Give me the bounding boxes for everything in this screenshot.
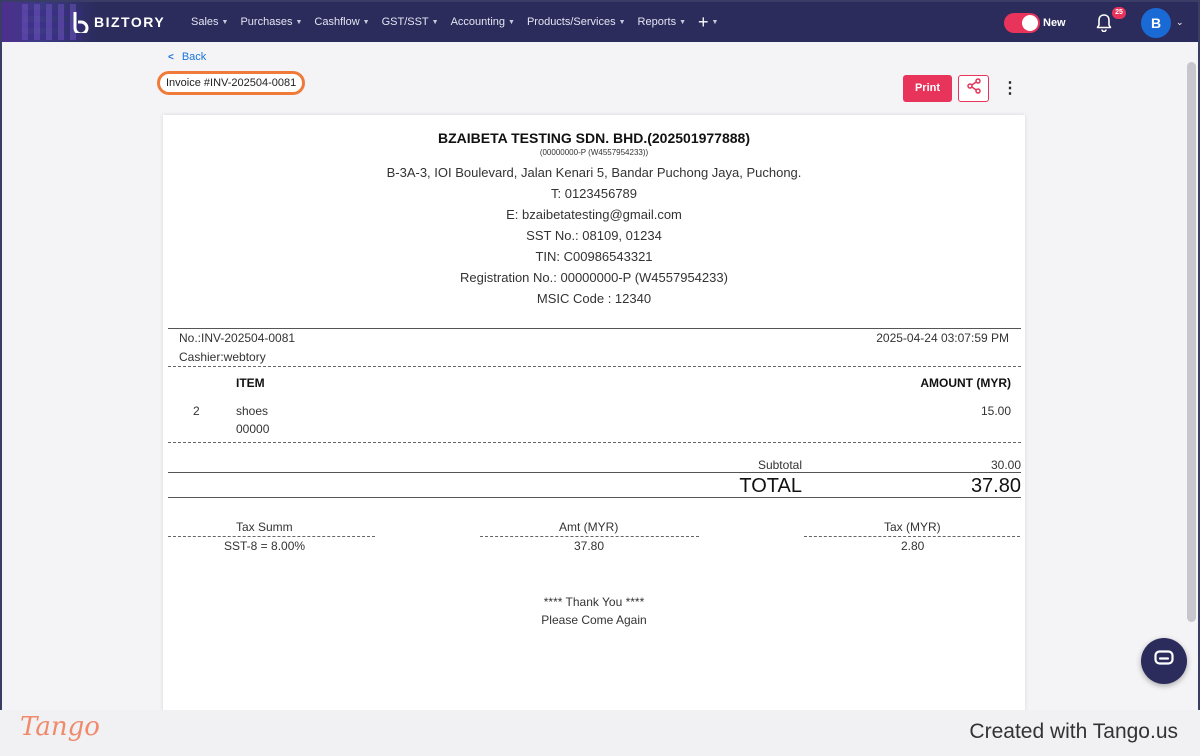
cashier: Cashier:webtory: [179, 350, 266, 364]
main-menu: Sales ▼ Purchases ▼ Cashflow ▼ GST/SST ▼ Acc…: [191, 2, 730, 42]
caret-down-icon: ▼: [362, 18, 370, 26]
page-scrollbar[interactable]: [1187, 62, 1196, 622]
menu-label: Cashflow: [314, 16, 360, 28]
biztory-logo-icon: [72, 11, 90, 33]
menu-label: Sales: [191, 16, 219, 28]
app-viewport: BIZTORY Sales ▼ Purchases ▼ Cashflow ▼ GST/…: [2, 2, 1198, 710]
caret-down-icon: ▼: [221, 18, 229, 26]
menu-reports[interactable]: Reports ▼: [638, 16, 686, 28]
back-label: Back: [181, 51, 207, 63]
brand-name: BIZTORY: [94, 14, 166, 30]
item-qty: 2: [193, 404, 200, 418]
item-amount: 15.00: [980, 404, 1011, 418]
back-link[interactable]: < Back: [168, 51, 206, 63]
company-address: B-3A-3, IOI Boulevard, Jalan Kenari 5, B…: [386, 165, 802, 180]
menu-purchases[interactable]: Purchases ▼: [240, 16, 302, 28]
plus-icon: +: [698, 12, 709, 32]
notification-badge: 25: [1112, 7, 1126, 19]
subtotal-label: Subtotal: [757, 458, 802, 472]
subtotal-value: 30.00: [990, 458, 1021, 472]
share-button[interactable]: [958, 75, 989, 102]
menu-accounting[interactable]: Accounting ▼: [451, 16, 515, 28]
caret-down-icon: ▼: [508, 18, 515, 26]
top-nav: BIZTORY Sales ▼ Purchases ▼ Cashflow ▼ GST/…: [2, 2, 1198, 42]
created-with-text: Created with Tango.us: [969, 720, 1178, 743]
receipt-preview: BZAIBETA TESTING SDN. BHD.(202501977888)…: [163, 115, 1025, 710]
item-code: 00000: [236, 422, 270, 436]
item-name: shoes: [236, 404, 269, 418]
tax-row-tax: 2.80: [901, 539, 925, 553]
divider: [168, 442, 1021, 443]
divider: [804, 536, 1020, 537]
menu-label: Products/Services: [526, 16, 616, 28]
company-phone: T: 0123456789: [550, 186, 638, 201]
company-name: BZAIBETA TESTING SDN. BHD.(202501977888): [438, 130, 750, 146]
document-number: No.:INV-202504-0081: [179, 331, 296, 345]
caret-down-icon: ▼: [618, 18, 626, 26]
divider: [168, 472, 1021, 473]
company-sst-no: SST No.: 08109, 01234: [526, 228, 662, 243]
menu-label: Reports: [637, 16, 677, 28]
company-msic-code: MSIC Code : 12340: [536, 291, 652, 306]
tax-amount-header: Amt (MYR): [559, 520, 619, 534]
share-icon: [966, 78, 982, 99]
toggle-knob: [1022, 15, 1038, 31]
total-label: TOTAL: [739, 475, 802, 497]
new-ui-label: New: [1043, 17, 1066, 29]
item-column-header: ITEM: [236, 376, 265, 390]
chat-launcher[interactable]: [1141, 638, 1187, 684]
chat-icon: [1154, 649, 1174, 673]
caret-down-icon: ▼: [679, 18, 687, 26]
menu-label: Accounting: [450, 16, 506, 28]
menu-gst-sst[interactable]: GST/SST ▼: [382, 16, 439, 28]
company-email: E: bzaibetatesting@gmail.com: [506, 207, 682, 222]
menu-products-services[interactable]: Products/Services ▼: [527, 16, 626, 28]
menu-quick-add[interactable]: + ▼: [698, 13, 718, 31]
invoice-title: Invoice #INV-202504-0081: [157, 71, 306, 95]
thank-you-text: **** Thank You ****: [543, 595, 645, 609]
total-value: 37.80: [970, 475, 1021, 497]
divider: [168, 366, 1021, 367]
chevron-down-icon[interactable]: ⌄: [1176, 17, 1184, 28]
bell-icon[interactable]: [1096, 14, 1112, 33]
divider: [168, 497, 1021, 498]
menu-label: GST/SST: [381, 16, 429, 28]
print-button[interactable]: Print: [903, 75, 952, 102]
menu-label: Purchases: [240, 16, 293, 28]
avatar[interactable]: B: [1141, 8, 1171, 38]
new-ui-toggle[interactable]: [1004, 13, 1040, 33]
divider: [480, 536, 699, 537]
divider: [168, 536, 375, 537]
tax-value-header: Tax (MYR): [884, 520, 941, 534]
more-vertical-icon[interactable]: ⋮: [1002, 78, 1018, 100]
come-again-text: Please Come Again: [541, 613, 647, 627]
tax-name: SST-8 = 8.00%: [224, 539, 306, 553]
tango-logo: Tango: [20, 712, 100, 742]
company-tin: TIN: C00986543321: [535, 249, 653, 264]
browser-frame: BIZTORY Sales ▼ Purchases ▼ Cashflow ▼ GST/…: [0, 0, 1200, 710]
brand-logo[interactable]: BIZTORY: [72, 11, 165, 33]
amount-column-header: AMOUNT (MYR): [920, 376, 1011, 390]
caret-down-icon: ▼: [295, 18, 303, 26]
menu-sales[interactable]: Sales ▼: [191, 16, 228, 28]
company-registration-no: Registration No.: 00000000-P (W455795423…: [460, 270, 728, 285]
tax-row-amount: 37.80: [574, 539, 605, 553]
tax-summary-header: Tax Summ: [236, 520, 293, 534]
company-reg-small: (00000000-P (W4557954233)): [539, 148, 649, 157]
caret-down-icon: ▼: [711, 18, 719, 26]
menu-cashflow[interactable]: Cashflow ▼: [314, 16, 369, 28]
document-datetime: 2025-04-24 03:07:59 PM: [876, 331, 1009, 345]
caret-down-icon: ▼: [431, 18, 439, 26]
chevron-left-icon: <: [168, 51, 174, 63]
divider: [168, 328, 1021, 329]
